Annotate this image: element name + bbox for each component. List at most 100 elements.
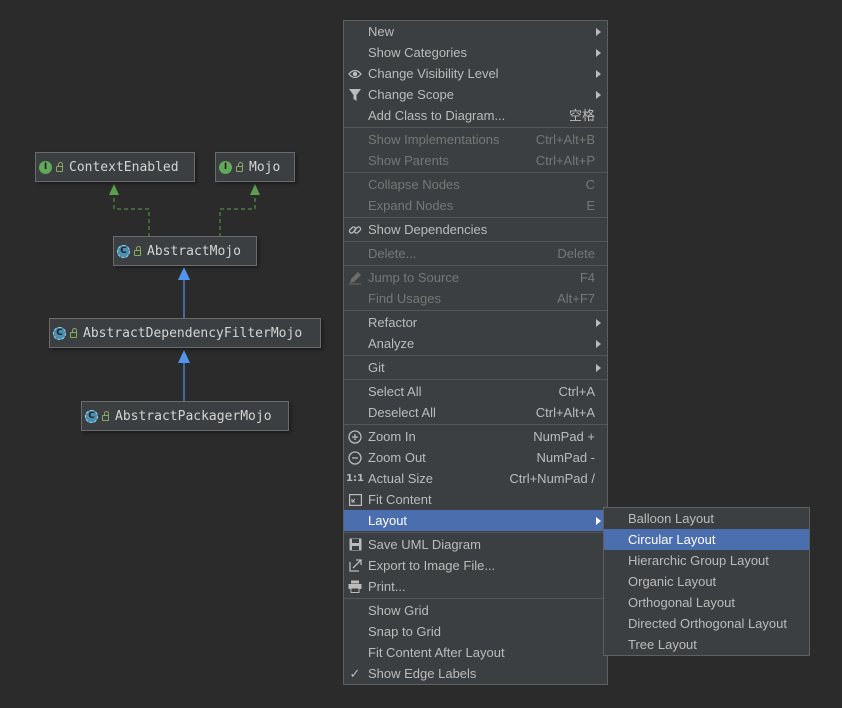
- menu-item-directed-orthogonal-layout[interactable]: Directed Orthogonal Layout: [604, 613, 809, 634]
- menu-item-orthogonal-layout[interactable]: Orthogonal Layout: [604, 592, 809, 613]
- menu-item-shortcut: Ctrl+Alt+B: [535, 132, 595, 147]
- menu-item-label: Layout: [368, 513, 408, 528]
- menu-item-collapse-nodes: Collapse Nodes C: [344, 174, 607, 195]
- menu-item-label: Export to Image File...: [368, 558, 496, 573]
- class-node-mojo[interactable]: I Mojo: [215, 152, 295, 182]
- save-icon: [347, 534, 363, 555]
- fit-content-icon: [347, 489, 363, 510]
- class-node-abstractpackagermojo[interactable]: C AbstractPackagerMojo: [81, 401, 289, 431]
- menu-item-deselect-all[interactable]: Deselect All Ctrl+Alt+A: [344, 402, 607, 423]
- menu-item-refactor[interactable]: Refactor: [344, 312, 607, 333]
- menu-item-add-class-to-diagram[interactable]: Add Class to Diagram... 空格: [344, 105, 607, 126]
- lock-icon: [134, 246, 141, 256]
- menu-item-git[interactable]: Git: [344, 357, 607, 378]
- submenu-arrow-icon: [596, 319, 601, 327]
- menu-item-save-uml-diagram[interactable]: Save UML Diagram: [344, 534, 607, 555]
- extends-arrowhead-depfilter: [178, 350, 190, 363]
- menu-item-label: Refactor: [368, 315, 418, 330]
- menu-item-shortcut: F4: [579, 270, 595, 285]
- submenu-arrow-icon: [596, 70, 601, 78]
- menu-item-shortcut: NumPad -: [536, 450, 595, 465]
- menu-item-label: Find Usages: [368, 291, 441, 306]
- menu-item-export-to-image-file[interactable]: Export to Image File...: [344, 555, 607, 576]
- link-icon: [347, 219, 363, 240]
- menu-item-label: Balloon Layout: [628, 511, 715, 526]
- lock-icon: [236, 162, 243, 172]
- menu-item-label: Add Class to Diagram...: [368, 108, 506, 123]
- uml-diagram-canvas[interactable]: I ContextEnabled I Mojo C AbstractMojo C…: [0, 0, 340, 708]
- menu-item-select-all[interactable]: Select All Ctrl+A: [344, 381, 607, 402]
- class-name: ContextEnabled: [69, 159, 179, 175]
- menu-item-label: Hierarchic Group Layout: [628, 553, 769, 568]
- menu-item-show-grid[interactable]: Show Grid: [344, 600, 607, 621]
- menu-item-label: Circular Layout: [628, 532, 716, 547]
- menu-item-shortcut: Ctrl+A: [558, 384, 595, 399]
- menu-item-shortcut: Ctrl+Alt+P: [535, 153, 595, 168]
- class-node-abstractdependencyfiltermojo[interactable]: C AbstractDependencyFilterMojo: [49, 318, 321, 348]
- menu-item-shortcut: E: [586, 198, 595, 213]
- menu-item-layout[interactable]: Layout: [344, 510, 607, 531]
- class-node-contextenabled[interactable]: I ContextEnabled: [35, 152, 195, 182]
- menu-item-label: Show Parents: [368, 153, 449, 168]
- class-node-abstractmojo[interactable]: C AbstractMojo: [113, 236, 257, 266]
- menu-item-change-visibility-level[interactable]: Change Visibility Level: [344, 63, 607, 84]
- actual-size-icon: 1:1: [346, 473, 364, 484]
- menu-item-hierarchic-group-layout[interactable]: Hierarchic Group Layout: [604, 550, 809, 571]
- menu-item-shortcut: Delete: [557, 246, 595, 261]
- menu-item-label: Fit Content After Layout: [368, 645, 505, 660]
- menu-item-zoom-out[interactable]: Zoom Out NumPad -: [344, 447, 607, 468]
- menu-item-label: Git: [368, 360, 385, 375]
- menu-item-show-edge-labels[interactable]: ✓ Show Edge Labels: [344, 663, 607, 684]
- menu-item-shortcut: NumPad +: [533, 429, 595, 444]
- abstract-class-icon: C: [53, 326, 66, 340]
- implements-arrowhead-contextenabled: [109, 184, 119, 195]
- menu-item-actual-size[interactable]: 1:1 Actual Size Ctrl+NumPad /: [344, 468, 607, 489]
- menu-item-analyze[interactable]: Analyze: [344, 333, 607, 354]
- menu-item-label: Show Grid: [368, 603, 429, 618]
- abstract-class-icon: C: [117, 244, 130, 258]
- menu-item-show-dependencies[interactable]: Show Dependencies: [344, 219, 607, 240]
- menu-item-fit-content-after-layout[interactable]: Fit Content After Layout: [344, 642, 607, 663]
- zoom-out-icon: [347, 447, 363, 468]
- implements-arrowhead-mojo: [250, 184, 260, 195]
- menu-item-shortcut: C: [585, 177, 595, 192]
- submenu-arrow-icon: [596, 28, 601, 36]
- context-menu: New Show Categories Change Visibility Leve…: [343, 20, 608, 685]
- menu-item-label: New: [368, 24, 395, 39]
- menu-item-snap-to-grid[interactable]: Snap to Grid: [344, 621, 607, 642]
- menu-item-new[interactable]: New: [344, 21, 607, 42]
- menu-item-organic-layout[interactable]: Organic Layout: [604, 571, 809, 592]
- menu-item-print[interactable]: Print...: [344, 576, 607, 597]
- implements-edge-contextenabled: [113, 189, 150, 237]
- interface-icon: I: [219, 160, 232, 174]
- menu-item-label: Show Edge Labels: [368, 666, 477, 681]
- menu-item-jump-to-source: Jump to Source F4: [344, 267, 607, 288]
- menu-item-label: Directed Orthogonal Layout: [628, 616, 787, 631]
- menu-item-label: Orthogonal Layout: [628, 595, 735, 610]
- menu-item-fit-content[interactable]: Fit Content: [344, 489, 607, 510]
- print-icon: [347, 576, 363, 597]
- menu-item-label: Change Visibility Level: [368, 66, 499, 81]
- submenu-arrow-icon: [596, 340, 601, 348]
- menu-item-tree-layout[interactable]: Tree Layout: [604, 634, 809, 655]
- menu-item-change-scope[interactable]: Change Scope: [344, 84, 607, 105]
- menu-item-shortcut: Ctrl+Alt+A: [535, 405, 595, 420]
- menu-item-show-parents: Show Parents Ctrl+Alt+P: [344, 150, 607, 171]
- menu-item-label: Change Scope: [368, 87, 455, 102]
- menu-item-balloon-layout[interactable]: Balloon Layout: [604, 508, 809, 529]
- menu-item-circular-layout[interactable]: Circular Layout: [604, 529, 809, 550]
- menu-item-label: Show Implementations: [368, 132, 500, 147]
- menu-item-zoom-in[interactable]: Zoom In NumPad +: [344, 426, 607, 447]
- menu-item-show-categories[interactable]: Show Categories: [344, 42, 607, 63]
- menu-item-shortcut: Ctrl+NumPad /: [509, 471, 595, 486]
- implements-edge-mojo: [219, 189, 256, 237]
- layout-submenu: Balloon Layout Circular Layout Hierarchic …: [603, 507, 810, 656]
- menu-item-label: Tree Layout: [628, 637, 697, 652]
- submenu-arrow-icon: [596, 91, 601, 99]
- menu-item-shortcut: 空格: [568, 108, 595, 123]
- submenu-arrow-icon: [596, 364, 601, 372]
- lock-icon: [102, 411, 109, 421]
- class-name: AbstractMojo: [147, 243, 241, 259]
- menu-item-label: Snap to Grid: [368, 624, 441, 639]
- menu-item-label: Organic Layout: [628, 574, 717, 589]
